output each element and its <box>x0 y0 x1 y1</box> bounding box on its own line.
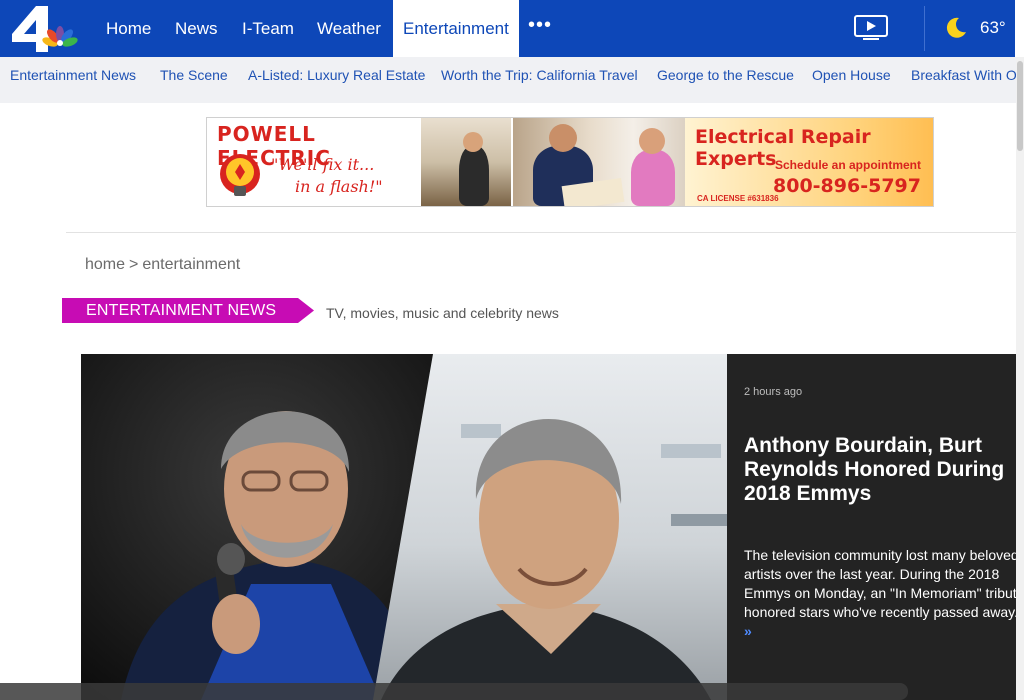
ad-photo-customers <box>513 118 685 206</box>
ad-info-panel: Electrical Repair Experts Schedule an ap… <box>685 118 933 206</box>
subnav-the-scene[interactable]: The Scene <box>160 57 228 93</box>
hero-headline[interactable]: Anthony Bourdain, Burt Reynolds Honored … <box>744 434 1012 506</box>
scrollbar-thumb[interactable] <box>1017 61 1023 151</box>
hero-timestamp: 2 hours ago <box>744 386 803 398</box>
ad-phone[interactable]: 800-896-5797 <box>773 175 921 197</box>
nbc4-logo[interactable] <box>8 4 78 54</box>
ad-logo-panel: POWELL ELECTRIC "We'll fix it... in a fl… <box>207 118 421 206</box>
tv-play-icon[interactable] <box>853 14 889 42</box>
moon-icon <box>946 17 966 38</box>
subnav-breakfast-with-ops[interactable]: Breakfast With Ops <box>911 57 1024 93</box>
ad-tagline-line2: in a flash!" <box>295 177 383 196</box>
hero-summary: The television community lost many belov… <box>744 546 1016 641</box>
breadcrumb: home > entertainment <box>85 256 240 274</box>
breadcrumb-separator: > <box>129 256 139 273</box>
section-description: TV, movies, music and celebrity news <box>326 305 559 321</box>
subnav-open-house[interactable]: Open House <box>812 57 891 93</box>
breadcrumb-current[interactable]: entertainment <box>142 256 240 273</box>
vertical-scrollbar[interactable] <box>1016 57 1024 700</box>
horizontal-scrollbar[interactable] <box>0 683 908 700</box>
hero-summary-text: The television community lost many belov… <box>744 547 1016 620</box>
read-more-icon[interactable]: » <box>744 623 752 639</box>
page-edge <box>1015 0 1024 57</box>
section-title[interactable]: ENTERTAINMENT NEWS <box>86 302 276 320</box>
more-menu-icon[interactable]: ••• <box>528 14 552 37</box>
nav-home[interactable]: Home <box>94 0 163 57</box>
nav-weather[interactable]: Weather <box>305 0 393 57</box>
content-divider <box>66 232 1016 233</box>
ad-schedule: Schedule an appointment <box>774 158 921 172</box>
subnav-george-to-the-rescue[interactable]: George to the Rescue <box>657 57 794 93</box>
ad-tagline-line1: "We'll fix it... <box>271 155 375 174</box>
subnav-a-listed[interactable]: A-Listed: Luxury Real Estate <box>248 57 425 93</box>
nav-entertainment[interactable]: Entertainment <box>393 0 519 57</box>
ad-photo-electrician <box>421 118 511 206</box>
weather-temp[interactable]: 63° <box>980 18 1006 38</box>
ad-license: CA LICENSE #631836 <box>697 194 779 203</box>
hero-text-panel: 2 hours ago Anthony Bourdain, Burt Reyno… <box>727 354 1016 700</box>
hero-image[interactable] <box>81 354 727 700</box>
subnav-worth-the-trip[interactable]: Worth the Trip: California Travel <box>441 57 638 93</box>
nav-news[interactable]: News <box>163 0 230 57</box>
top-nav-bar: Home News I-Team Weather Entertainment •… <box>0 0 1024 57</box>
lightbulb-icon <box>220 154 260 196</box>
nav-i-team[interactable]: I-Team <box>230 0 306 57</box>
subnav-entertainment-news[interactable]: Entertainment News <box>10 57 136 93</box>
sub-nav-bar: Entertainment News The Scene A-Listed: L… <box>0 57 1024 103</box>
hero-story[interactable]: 2 hours ago Anthony Bourdain, Burt Reyno… <box>81 354 1016 700</box>
banner-ad[interactable]: POWELL ELECTRIC "We'll fix it... in a fl… <box>206 117 934 207</box>
nav-divider <box>924 6 925 51</box>
ad-tagline: "We'll fix it... in a flash!" <box>271 154 383 198</box>
breadcrumb-home[interactable]: home <box>85 256 125 273</box>
